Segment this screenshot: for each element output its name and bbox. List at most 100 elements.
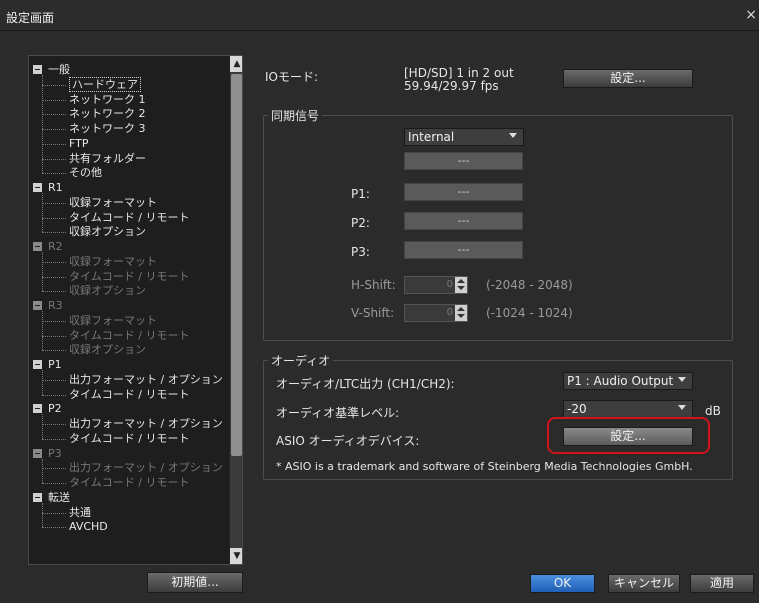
scroll-thumb[interactable] (231, 74, 242, 456)
tree-child-item[interactable]: 出力フォーマット / オプション (69, 461, 223, 475)
tree-child-item[interactable]: 共有フォルダー (69, 152, 146, 166)
apply-button[interactable]: 適用 (690, 574, 754, 593)
hshift-value: 0 (446, 279, 453, 290)
tree-child-item[interactable]: ハードウェア (69, 77, 141, 92)
spin-arrows-icon[interactable] (455, 277, 467, 293)
tree-group-item[interactable]: P1 (33, 358, 62, 372)
tree-child-item[interactable]: タイムコード / リモート (69, 432, 189, 446)
tree-child-item[interactable]: AVCHD (69, 520, 108, 534)
collapse-icon[interactable] (33, 65, 42, 74)
tree-group-item[interactable]: 転送 (33, 491, 70, 505)
tree-child-item[interactable]: 共通 (69, 506, 91, 520)
tree-child-item[interactable]: タイムコード / リモート (69, 270, 189, 284)
tree-child-item[interactable]: 収録フォーマット (69, 255, 157, 269)
collapse-icon[interactable] (33, 404, 42, 413)
sync-source-value: Internal (408, 130, 455, 144)
tree-child-item[interactable]: その他 (69, 166, 102, 180)
tree-group-item[interactable]: P3 (33, 447, 62, 461)
tree-item-label: 出力フォーマット / オプション (69, 461, 223, 474)
p2-label: P2: (351, 216, 370, 230)
settings-tree: 一般 ハードウェア ネットワーク 1 ネットワーク 2 ネットワーク 3 FTP 共有フォル… (28, 55, 243, 565)
tree-connector (42, 527, 66, 528)
tree-child-item[interactable]: 収録オプション (69, 343, 146, 357)
tree-connector (42, 483, 66, 484)
collapse-icon[interactable] (33, 242, 42, 251)
tree-item-label: ネットワーク 1 (69, 93, 146, 106)
tree-item-label: 一般 (48, 63, 70, 76)
asio-label: ASIO オーディオデバイス: (276, 434, 420, 448)
tree-item-label: タイムコード / リモート (69, 432, 190, 445)
tree-connector (42, 277, 66, 278)
tree-group-item[interactable]: 一般 (33, 63, 70, 77)
scroll-up-arrow-icon[interactable]: ▲ (230, 56, 242, 72)
tree-item-label: 収録フォーマット (69, 196, 157, 209)
vshift-range: (-1024 - 1024) (486, 306, 573, 320)
tree-child-item[interactable]: 収録オプション (69, 225, 146, 239)
tree-child-item[interactable]: タイムコード / リモート (69, 476, 189, 490)
collapse-icon[interactable] (33, 493, 42, 502)
tree-child-item[interactable]: タイムコード / リモート (69, 329, 189, 343)
tree-connector (42, 414, 43, 439)
tree-item-label: 収録フォーマット (69, 255, 157, 268)
tree-item-label: P2 (48, 402, 62, 415)
tree-child-item[interactable]: FTP (69, 137, 89, 151)
tree-child-item[interactable]: 収録フォーマット (69, 314, 157, 328)
tree-connector (42, 439, 66, 440)
hshift-spinner[interactable]: 0 (404, 276, 468, 294)
tree-item-label: ネットワーク 2 (69, 107, 146, 120)
tree-child-item[interactable]: タイムコード / リモート (69, 388, 189, 402)
tree-connector (42, 424, 66, 425)
p3-label: P3: (351, 245, 370, 259)
ltc-output-label: オーディオ/LTC出力 (CH1/CH2): (276, 377, 455, 391)
tree-connector (42, 291, 66, 292)
tree-connector (42, 193, 43, 232)
tree-connector (42, 503, 43, 527)
ltc-output-select[interactable]: P1 : Audio Output (563, 372, 693, 390)
audio-level-select[interactable]: -20 (563, 400, 693, 418)
ok-button[interactable]: OK (530, 574, 595, 593)
tree-connector (42, 85, 66, 86)
tree-child-item[interactable]: ネットワーク 1 (69, 93, 146, 107)
tree-group-item[interactable]: R3 (33, 299, 63, 313)
collapse-icon[interactable] (33, 360, 42, 369)
tree-group-item[interactable]: P2 (33, 402, 62, 416)
spin-arrows-icon[interactable] (455, 305, 467, 321)
tree-connector (42, 321, 66, 322)
tree-child-item[interactable]: 出力フォーマット / オプション (69, 417, 223, 431)
scroll-down-arrow-icon[interactable]: ▼ (230, 548, 242, 564)
tree-child-item[interactable]: 収録オプション (69, 284, 146, 298)
tree-item-label: タイムコード / リモート (69, 388, 190, 401)
collapse-icon[interactable] (33, 301, 42, 310)
audio-level-label: オーディオ基準レベル: (276, 406, 400, 420)
tree-scrollbar[interactable]: ▲ ▼ (229, 56, 242, 564)
p2-field: --- (404, 212, 523, 230)
tree-item-label: R3 (48, 299, 63, 312)
tree-item-label: 共有フォルダー (69, 152, 146, 165)
tree-child-item[interactable]: 収録フォーマット (69, 196, 157, 210)
collapse-icon[interactable] (33, 449, 42, 458)
close-icon[interactable]: × (745, 7, 757, 23)
tree-connector (42, 380, 66, 381)
collapse-icon[interactable] (33, 183, 42, 192)
cancel-button[interactable]: キャンセル (608, 574, 680, 593)
io-settings-button[interactable]: 設定... (563, 69, 693, 88)
tree-item-label: 出力フォーマット / オプション (69, 417, 223, 430)
tree-child-item[interactable]: ネットワーク 3 (69, 122, 146, 136)
tree-group-item[interactable]: R1 (33, 181, 63, 195)
tree-child-item[interactable]: タイムコード / リモート (69, 211, 189, 225)
tree-child-item[interactable]: ネットワーク 2 (69, 107, 146, 121)
title-bar: 設定画面 × (0, 0, 759, 31)
tree-child-item[interactable]: 出力フォーマット / オプション (69, 373, 223, 387)
tree-connector (42, 232, 66, 233)
sync-source-select[interactable]: Internal (404, 128, 524, 146)
p3-field: --- (404, 241, 523, 259)
vshift-value: 0 (446, 307, 453, 318)
tree-connector (42, 395, 66, 396)
tree-list: 一般 ハードウェア ネットワーク 1 ネットワーク 2 ネットワーク 3 FTP 共有フォル… (29, 56, 229, 564)
defaults-button[interactable]: 初期値... (147, 572, 243, 593)
tree-group-item[interactable]: R2 (33, 240, 63, 254)
tree-connector (42, 252, 43, 291)
tree-item-label: 収録オプション (69, 225, 146, 238)
vshift-spinner[interactable]: 0 (404, 304, 468, 322)
chevron-down-icon (678, 377, 686, 382)
